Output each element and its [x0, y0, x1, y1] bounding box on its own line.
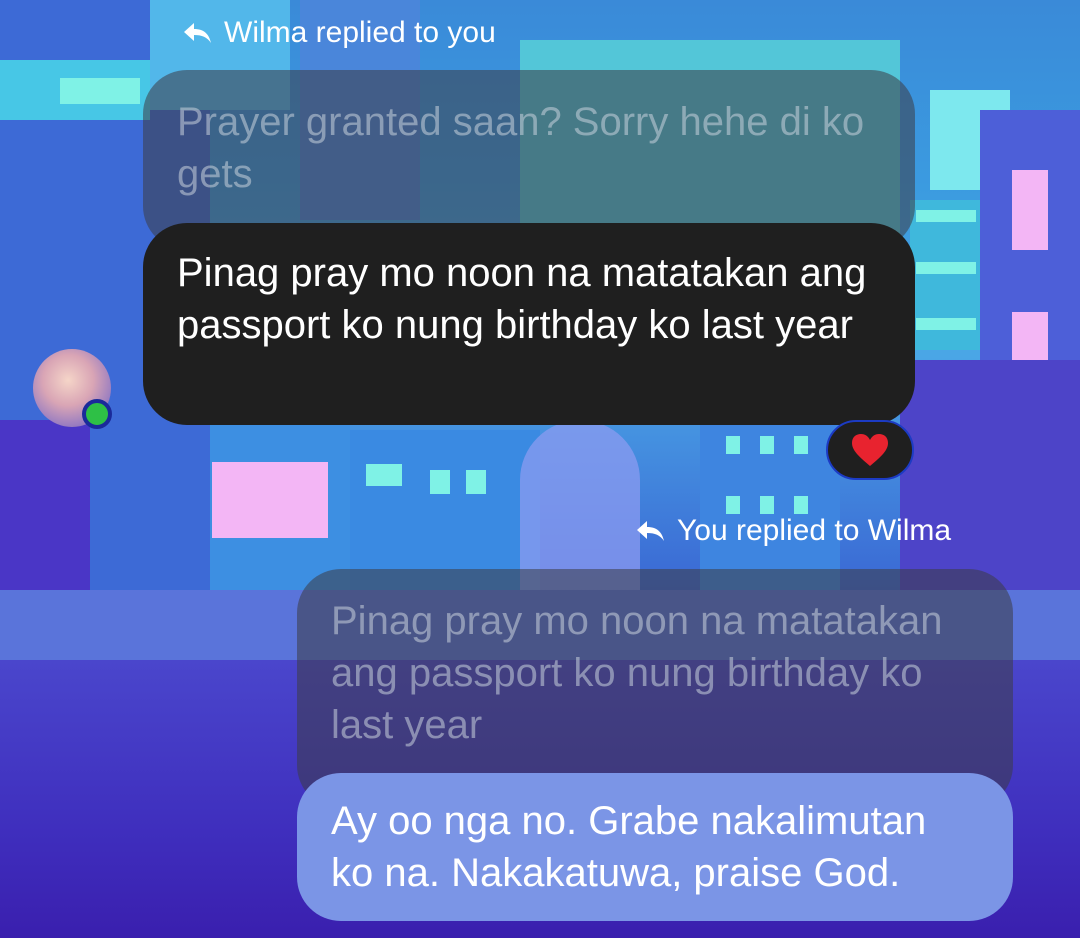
outgoing-message-bubble[interactable]: Ay oo nga no. Grabe nakalimutan ko na. N…	[297, 773, 1013, 921]
incoming-message-text: Pinag pray mo noon na matatakan ang pass…	[177, 251, 867, 347]
message-reaction[interactable]	[826, 420, 914, 480]
incoming-reply-label: Wilma replied to you	[224, 16, 496, 49]
reply-arrow-icon	[184, 23, 211, 43]
outgoing-quoted-text: Pinag pray mo noon na matatakan ang pass…	[331, 599, 943, 747]
reply-arrow-icon	[637, 521, 664, 541]
outgoing-reply-label: You replied to Wilma	[677, 514, 952, 547]
outgoing-reply-header: You replied to Wilma	[633, 514, 951, 548]
incoming-reply-header: Wilma replied to you	[180, 16, 496, 50]
outgoing-message-text: Ay oo nga no. Grabe nakalimutan ko na. N…	[331, 799, 927, 895]
incoming-quoted-text: Prayer granted saan? Sorry hehe di ko ge…	[177, 100, 865, 196]
incoming-message-bubble[interactable]: Pinag pray mo noon na matatakan ang pass…	[143, 223, 915, 425]
heart-icon	[852, 434, 888, 466]
online-status-indicator	[82, 399, 112, 429]
